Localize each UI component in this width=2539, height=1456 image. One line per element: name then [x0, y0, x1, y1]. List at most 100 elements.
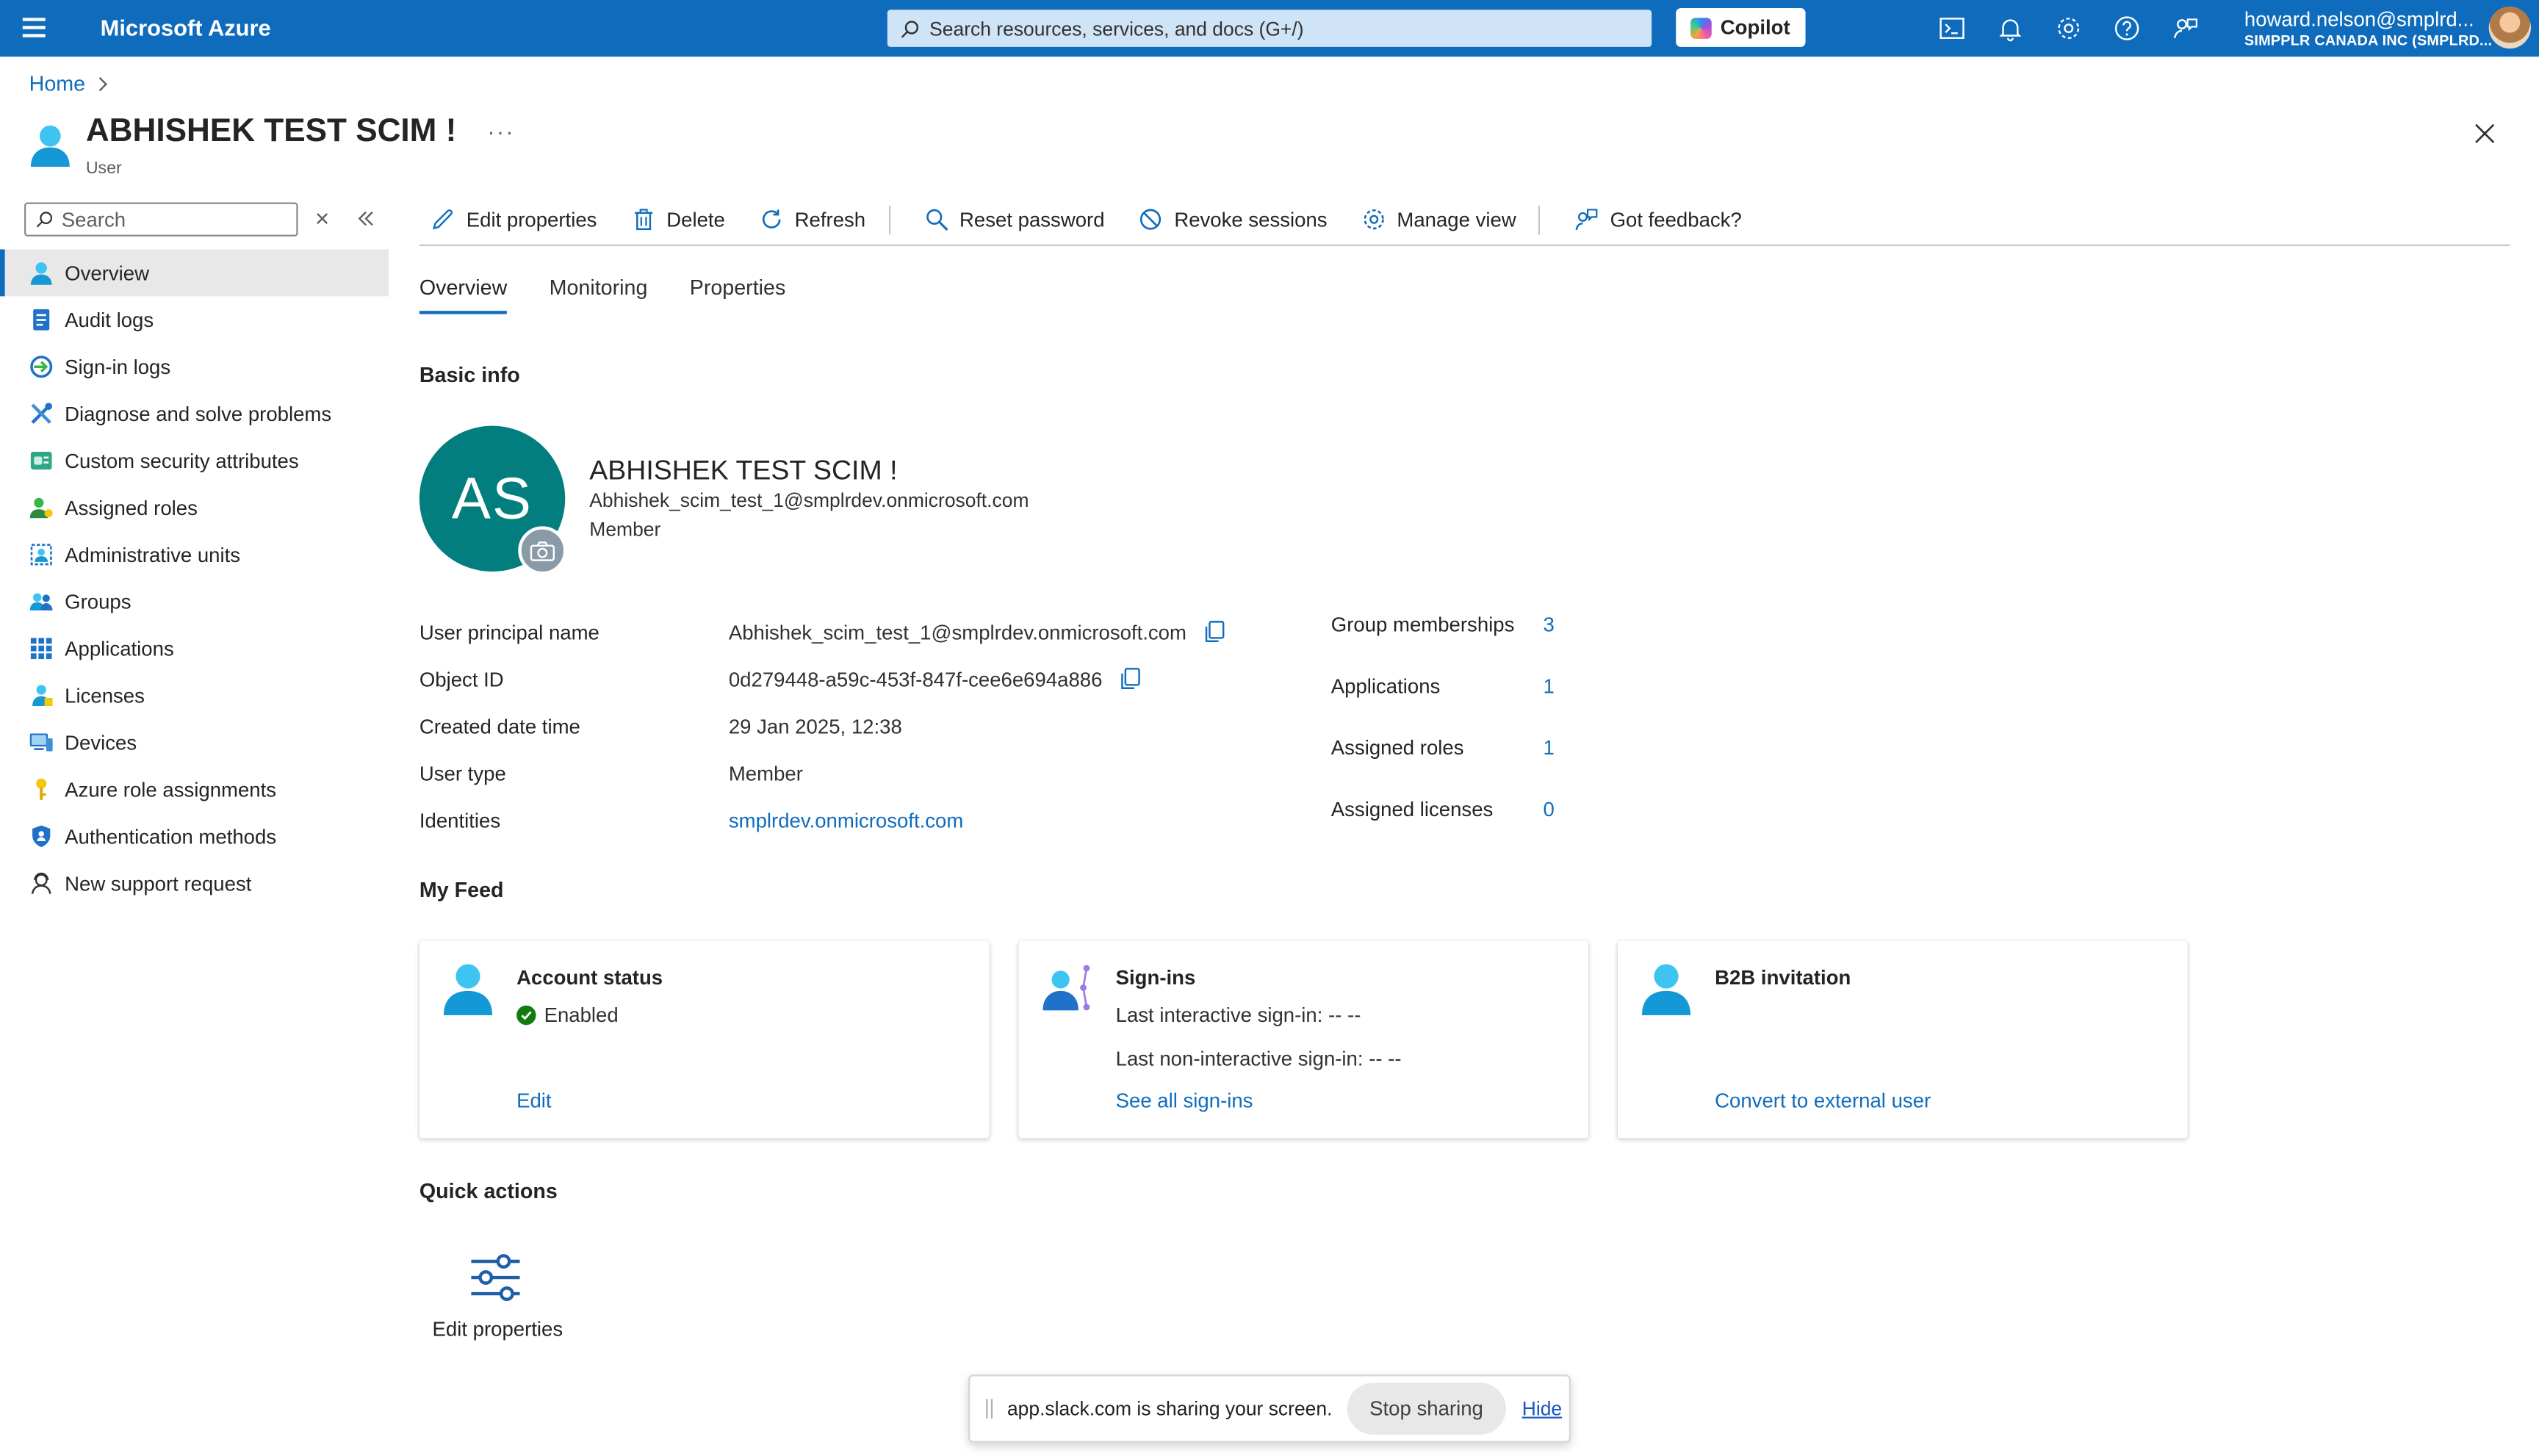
- feedback-person-icon[interactable]: [2172, 15, 2199, 42]
- copy-icon[interactable]: [1118, 667, 1141, 691]
- brand-title[interactable]: Microsoft Azure: [101, 15, 271, 40]
- see-all-sign-ins-link[interactable]: See all sign-ins: [1116, 1089, 1253, 1112]
- pencil-icon: [432, 209, 453, 230]
- sidebar-item-label: Authentication methods: [65, 824, 277, 848]
- tab-monitoring[interactable]: Monitoring: [550, 275, 648, 313]
- revoke-sessions-button[interactable]: Revoke sessions: [1127, 207, 1328, 231]
- help-icon[interactable]: [2113, 15, 2140, 42]
- sidebar-item-custom-security-attributes[interactable]: Custom security attributes: [0, 437, 389, 484]
- stat-key: Assigned licenses: [1330, 798, 1494, 821]
- bell-icon[interactable]: [1997, 15, 2024, 42]
- refresh-icon: [762, 209, 781, 228]
- sidebar-item-overview[interactable]: Overview: [0, 249, 389, 297]
- sidebar-item-diagnose[interactable]: Diagnose and solve problems: [0, 390, 389, 437]
- sidebar-nav: Overview Audit logs Sign-in logs Diagnos…: [0, 249, 389, 907]
- key-icon: [36, 778, 47, 800]
- chevron-right-icon: [98, 76, 107, 91]
- sidebar-item-audit-logs[interactable]: Audit logs: [0, 296, 389, 343]
- attributes-icon: [30, 451, 52, 470]
- global-search-input[interactable]: Search resources, services, and docs (G+…: [887, 10, 1652, 47]
- sidebar-item-label: Azure role assignments: [65, 778, 277, 801]
- hamburger-menu-icon[interactable]: [22, 18, 46, 37]
- sidebar-item-label: Audit logs: [65, 308, 154, 331]
- sidebar-item-sign-in-logs[interactable]: Sign-in logs: [0, 343, 389, 390]
- convert-external-user-link[interactable]: Convert to external user: [1715, 1089, 1931, 1112]
- delete-button[interactable]: Delete: [619, 207, 725, 231]
- stat-row: Group memberships 3: [1331, 609, 1555, 671]
- identities-link[interactable]: smplrdev.onmicrosoft.com: [729, 809, 963, 832]
- clear-filter-icon[interactable]: [312, 207, 331, 230]
- tab-overview[interactable]: Overview: [419, 275, 508, 314]
- copy-icon[interactable]: [1203, 620, 1225, 644]
- sliders-icon[interactable]: [468, 1253, 523, 1302]
- more-options-button[interactable]: ···: [487, 118, 514, 144]
- wrench-icon: [31, 403, 52, 424]
- property-key: Object ID: [419, 668, 504, 691]
- sidebar-item-assigned-roles[interactable]: Assigned roles: [0, 484, 389, 531]
- object-id-value: 0d279448-a59c-453f-847f-cee6e694a886: [728, 668, 1103, 691]
- gear-icon[interactable]: [2055, 15, 2082, 42]
- tab-properties[interactable]: Properties: [690, 275, 786, 313]
- key-search-icon: [926, 209, 948, 231]
- manage-view-button[interactable]: Manage view: [1350, 207, 1516, 231]
- refresh-label: Refresh: [794, 208, 866, 231]
- breadcrumb-home-link[interactable]: Home: [29, 71, 85, 95]
- manage-view-label: Manage view: [1397, 208, 1516, 231]
- sidebar-item-administrative-units[interactable]: Administrative units: [0, 531, 389, 578]
- edit-properties-button[interactable]: Edit properties: [419, 207, 597, 231]
- sidebar-item-devices[interactable]: Devices: [0, 719, 389, 766]
- assigned-licenses-link[interactable]: 0: [1544, 799, 1555, 821]
- copilot-label: Copilot: [1720, 16, 1790, 39]
- sidebar-item-new-support-request[interactable]: New support request: [0, 859, 389, 907]
- sidebar-item-groups[interactable]: Groups: [0, 578, 389, 625]
- sign-in-icon: [30, 356, 53, 378]
- upn-value: Abhishek_scim_test_1@smplrdev.onmicrosof…: [728, 621, 1186, 644]
- tab-bar: Overview Monitoring Properties: [419, 275, 828, 314]
- change-photo-button[interactable]: [518, 526, 567, 575]
- stat-key: Applications: [1330, 675, 1441, 698]
- my-feed-heading: My Feed: [419, 877, 504, 902]
- sidebar-item-label: Administrative units: [65, 543, 241, 566]
- properties-list: User principal name Abhishek_scim_test_1…: [419, 609, 1225, 844]
- account-status-line: Enabled: [516, 1004, 619, 1026]
- sidebar-item-licenses[interactable]: Licenses: [0, 672, 389, 719]
- sidebar-search-input[interactable]: Search: [24, 202, 298, 237]
- stat-row: Assigned licenses 0: [1331, 793, 1555, 855]
- property-key: Identities: [419, 808, 501, 832]
- close-icon[interactable]: [2474, 123, 2496, 145]
- apps-grid-icon: [30, 638, 52, 660]
- got-feedback-label: Got feedback?: [1610, 208, 1742, 231]
- sidebar-item-label: Overview: [65, 261, 149, 284]
- account-avatar[interactable]: [2488, 6, 2532, 49]
- account-menu[interactable]: howard.nelson@smplrd... SIMPPLR CANADA I…: [2244, 8, 2492, 48]
- sidebar-item-azure-role-assignments[interactable]: Azure role assignments: [0, 766, 389, 813]
- support-icon: [31, 872, 51, 894]
- group-memberships-link[interactable]: 3: [1544, 613, 1555, 636]
- sidebar-item-applications[interactable]: Applications: [0, 625, 389, 672]
- stop-sharing-button[interactable]: Stop sharing: [1347, 1383, 1506, 1435]
- refresh-button[interactable]: Refresh: [748, 207, 865, 231]
- collapse-sidebar-icon[interactable]: [356, 209, 375, 228]
- delete-label: Delete: [666, 208, 725, 231]
- quick-action-edit-properties[interactable]: Edit properties: [432, 1318, 563, 1341]
- reset-password-button[interactable]: Reset password: [912, 207, 1105, 231]
- property-value: 29 Jan 2025, 12:38: [728, 715, 902, 738]
- search-icon: [901, 20, 919, 37]
- property-key: User principal name: [419, 621, 599, 644]
- hide-sharing-bar-link[interactable]: Hide: [1522, 1397, 1562, 1420]
- audit-icon: [33, 309, 50, 331]
- got-feedback-button[interactable]: Got feedback?: [1563, 207, 1742, 231]
- drag-handle-icon[interactable]: [986, 1399, 993, 1419]
- copilot-button[interactable]: Copilot: [1676, 8, 1806, 47]
- applications-link[interactable]: 1: [1544, 675, 1555, 698]
- toolbar-separator: [888, 204, 890, 234]
- account-status-edit-link[interactable]: Edit: [516, 1089, 551, 1112]
- sidebar-item-authentication-methods[interactable]: Authentication methods: [0, 812, 389, 859]
- user-icon: [30, 125, 70, 167]
- assigned-roles-link[interactable]: 1: [1544, 737, 1555, 760]
- cloud-shell-icon[interactable]: [1938, 15, 1965, 42]
- property-row: Identities smplrdev.onmicrosoft.com: [419, 796, 1225, 843]
- toolbar-separator: [1538, 204, 1541, 234]
- last-non-interactive-sign-in: Last non-interactive sign-in: -- --: [1115, 1048, 1402, 1070]
- camera-icon: [530, 541, 555, 561]
